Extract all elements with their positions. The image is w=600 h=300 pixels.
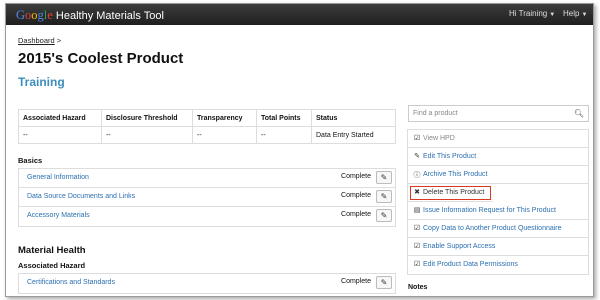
action-label: View HPD	[423, 135, 455, 142]
user-menu[interactable]: Hi Training ▼	[509, 9, 555, 18]
top-navbar: Google Healthy Materials Tool Hi Trainin…	[6, 4, 593, 25]
list-item: Certifications and Standards Complete ✎	[19, 274, 395, 293]
search-icon[interactable]: 🔍︎	[574, 109, 584, 118]
enable-support-access-action[interactable]: ☑ Enable Support Access	[408, 238, 588, 256]
help-menu-label: Help	[563, 9, 580, 18]
edit-permissions-action[interactable]: ☑ Edit Product Data Permissions	[408, 256, 588, 274]
pencil-icon: ✎	[380, 211, 388, 220]
inbox-icon: ▤	[413, 207, 421, 214]
table-header: Associated Hazard	[18, 109, 102, 127]
x-icon: ✖	[414, 189, 420, 196]
basics-list: General Information Complete ✎ Data Sour…	[18, 168, 396, 227]
associated-hazard-heading: Associated Hazard	[18, 261, 86, 270]
check-square-icon: ☑	[413, 261, 421, 268]
list-item: General Information Complete ✎	[19, 169, 395, 188]
table-cell: --	[192, 126, 257, 144]
action-label: Issue Information Request for This Produ…	[423, 207, 556, 214]
brand-name: Healthy Materials Tool	[55, 10, 164, 22]
caret-down-icon: ▼	[549, 12, 556, 18]
action-label: Edit This Product	[423, 153, 477, 160]
list-item-link[interactable]: General Information	[27, 174, 89, 181]
help-menu[interactable]: Help ▼	[563, 9, 587, 18]
action-label: Copy Data to Another Product Questionnai…	[423, 225, 562, 232]
list-item-link[interactable]: Certifications and Standards	[27, 279, 115, 286]
edit-button[interactable]: ✎	[376, 171, 392, 184]
table-header: Total Points	[256, 109, 312, 127]
list-item-status: Complete	[341, 211, 371, 218]
table-header-row: Associated Hazard Disclosure Threshold T…	[18, 109, 396, 127]
main-content: Dashboard > 2015's Coolest Product Train…	[6, 25, 593, 296]
edit-button[interactable]: ✎	[376, 276, 392, 289]
material-health-heading: Material Health	[18, 245, 86, 256]
table-cell: --	[101, 126, 193, 144]
check-square-icon: ☑	[413, 135, 421, 142]
notes-heading: Notes	[408, 284, 428, 291]
list-item-link[interactable]: Accessory Materials	[27, 212, 90, 219]
table-row: -- -- -- -- Data Entry Started	[18, 126, 396, 144]
edit-button[interactable]: ✎	[376, 190, 392, 203]
google-logo: Google	[16, 8, 53, 22]
list-item-status: Complete	[341, 192, 371, 199]
check-square-icon: ☑	[413, 225, 421, 232]
list-item-status: Complete	[341, 278, 371, 285]
pencil-icon: ✎	[414, 153, 420, 160]
info-circle-icon: ⓘ	[413, 172, 421, 179]
actions-list: ☑ View HPD ✎ Edit This Product ⓘ Archive…	[407, 129, 589, 275]
search-input[interactable]: Find a product 🔍︎	[408, 105, 589, 122]
action-label: Archive This Product	[423, 171, 488, 178]
breadcrumb-separator: >	[56, 36, 62, 45]
delete-product-action[interactable]: ✖ Delete This Product	[408, 184, 493, 202]
table-cell: Data Entry Started	[311, 126, 396, 144]
action-label: Delete This Product	[423, 189, 485, 196]
issue-info-request-action[interactable]: ▤ Issue Information Request for This Pro…	[408, 202, 588, 220]
caret-down-icon: ▼	[581, 12, 588, 18]
app-window: Google Healthy Materials Tool Hi Trainin…	[5, 3, 594, 297]
list-item: Data Source Documents and Links Complete…	[19, 188, 395, 207]
view-hpd-action[interactable]: ☑ View HPD	[408, 130, 588, 148]
action-label: Enable Support Access	[423, 243, 496, 250]
action-label: Edit Product Data Permissions	[423, 261, 518, 268]
copy-data-action[interactable]: ☑ Copy Data to Another Product Questionn…	[408, 220, 588, 238]
list-item-status: Complete	[341, 173, 371, 180]
page-title: 2015's Coolest Product	[18, 50, 184, 67]
summary-table: Associated Hazard Disclosure Threshold T…	[18, 109, 396, 144]
table-header: Transparency	[192, 109, 257, 127]
check-square-icon: ☑	[413, 243, 421, 250]
search-placeholder: Find a product	[413, 110, 458, 117]
archive-product-action[interactable]: ⓘ Archive This Product	[408, 166, 588, 184]
brand[interactable]: Google Healthy Materials Tool	[16, 8, 164, 23]
edit-product-action[interactable]: ✎ Edit This Product	[408, 148, 588, 166]
list-item-link[interactable]: Data Source Documents and Links	[27, 193, 135, 200]
table-cell: --	[256, 126, 312, 144]
pencil-icon: ✎	[380, 278, 388, 287]
breadcrumb: Dashboard >	[18, 36, 61, 45]
page-subtitle: Training	[18, 75, 65, 89]
edit-button[interactable]: ✎	[376, 209, 392, 222]
list-item: Accessory Materials Complete ✎	[19, 207, 395, 226]
pencil-icon: ✎	[380, 192, 388, 201]
user-menu-label: Hi Training	[509, 9, 548, 18]
table-header: Status	[311, 109, 396, 127]
breadcrumb-dashboard-link[interactable]: Dashboard	[18, 36, 55, 45]
table-header: Disclosure Threshold	[101, 109, 193, 127]
basics-heading: Basics	[18, 156, 43, 165]
pencil-icon: ✎	[380, 173, 388, 182]
table-cell: --	[18, 126, 102, 144]
material-health-list: Certifications and Standards Complete ✎	[18, 273, 396, 294]
